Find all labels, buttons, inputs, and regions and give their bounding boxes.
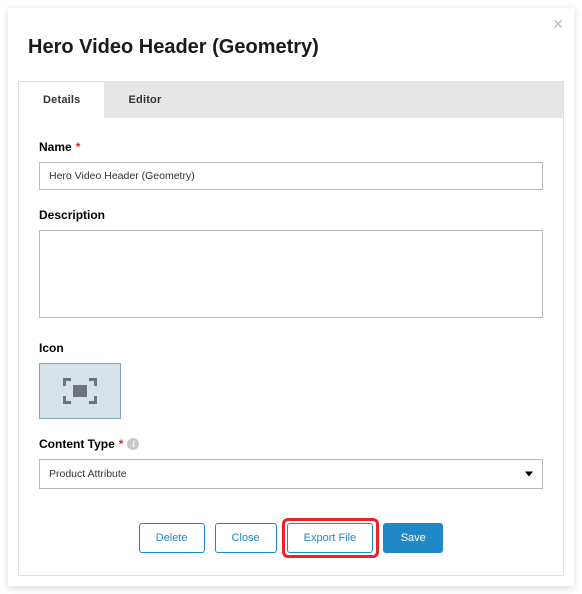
modal-body: Details Editor Name * Description Icon [18, 81, 564, 576]
label-text: Icon [39, 341, 64, 355]
required-marker: * [76, 140, 81, 154]
description-label: Description [39, 208, 543, 222]
label-text: Content Type [39, 437, 115, 451]
tab-bar: Details Editor [19, 82, 563, 118]
export-file-button[interactable]: Export File [287, 523, 374, 553]
name-label: Name * [39, 140, 543, 154]
field-icon: Icon [39, 341, 543, 419]
info-icon[interactable]: i [127, 438, 139, 450]
details-panel: Name * Description Icon [19, 118, 563, 575]
content-type-select-wrap: Product Attribute [39, 459, 543, 489]
modal-dialog: ✕ Hero Video Header (Geometry) Details E… [8, 8, 574, 586]
fullscreen-icon [63, 378, 97, 404]
content-type-label: Content Type * i [39, 437, 543, 451]
label-text: Description [39, 208, 105, 222]
label-text: Name [39, 140, 72, 154]
field-description: Description [39, 208, 543, 323]
delete-button[interactable]: Delete [139, 523, 205, 553]
save-button[interactable]: Save [383, 523, 443, 553]
field-content-type: Content Type * i Product Attribute [39, 437, 543, 489]
content-type-select[interactable]: Product Attribute [39, 459, 543, 489]
close-button[interactable]: Close [215, 523, 277, 553]
required-marker: * [119, 437, 124, 451]
icon-label: Icon [39, 341, 543, 355]
modal-title: Hero Video Header (Geometry) [8, 8, 574, 81]
field-name: Name * [39, 140, 543, 190]
close-icon[interactable]: ✕ [552, 16, 564, 33]
icon-picker[interactable] [39, 363, 121, 419]
name-input[interactable] [39, 162, 543, 190]
button-footer: Delete Close Export File Save [39, 507, 543, 559]
tab-details[interactable]: Details [19, 82, 104, 118]
description-input[interactable] [39, 230, 543, 318]
tab-editor[interactable]: Editor [104, 82, 185, 118]
